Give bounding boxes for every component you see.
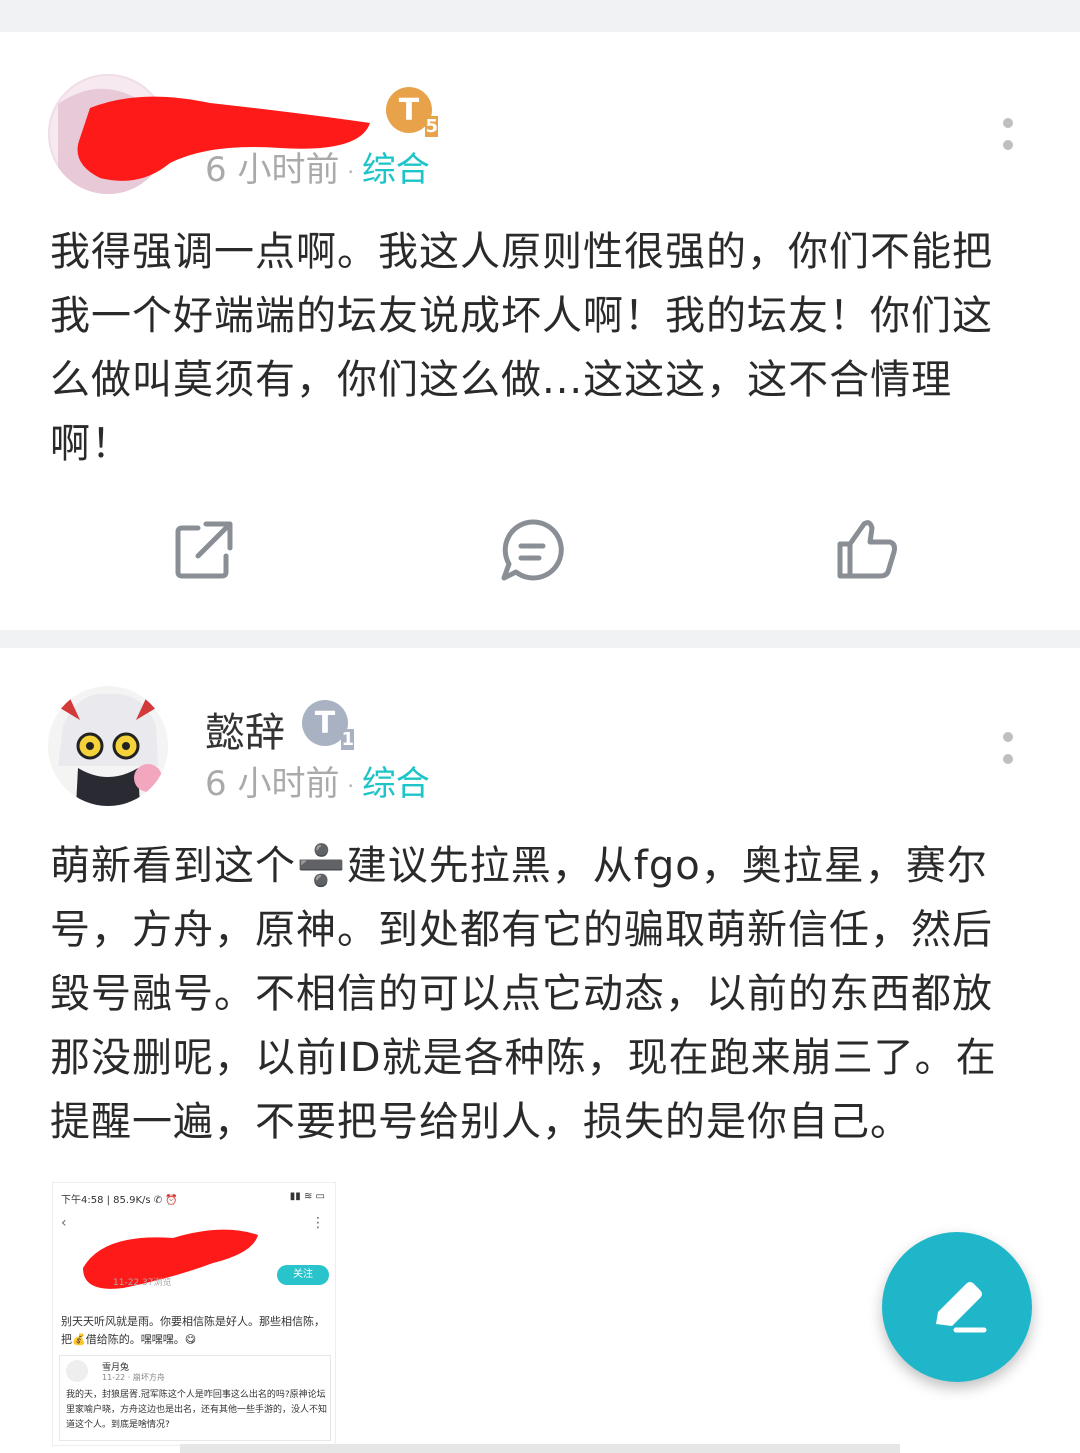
embedded-text: 别天天听风就是雨。你要相信陈是好人。那些相信陈，把💰借给陈的。嘿嘿嘿。😋 [61,1315,325,1346]
embedded-quote: 雪月兔 11-22 · 崩坏方舟 我的天，封狼居胥.冠军陈这个人是咋回事这么出名… [59,1355,331,1441]
level-badge: T 5 [386,87,438,137]
embedded-quote-text: 我的天，封狼居胥.冠军陈这个人是咋回事这么出名的吗?原神论坛里家喻户晓，方舟这边… [66,1390,328,1430]
more-options-icon[interactable] [1000,732,1016,780]
avatar[interactable] [48,686,168,806]
post-card[interactable]: T 5 6 小时前 · 综合 我得强调一点啊。我这人原则性很强的，你们不能把我一个好… [0,32,1080,630]
bottom-indicator [180,1444,900,1453]
level-number: 1 [341,729,354,750]
embedded-more-icon: ⋮ [311,1215,325,1231]
embedded-status-icons: ▮▮ ≋ ▭ [289,1191,325,1202]
level-letter: T [398,92,420,128]
post-category[interactable]: 综合 [362,150,430,190]
attached-image[interactable]: 下午4:58 | 85.9K/s ✆ ⏰ ▮▮ ≋ ▭ ‹ ⋮ 11-22 37… [52,1182,336,1446]
post-separator [0,630,1080,648]
post-category[interactable]: 综合 [362,764,430,804]
post-time: 6 小时前 [205,150,340,190]
meta-dot: · [347,159,354,184]
level-number: 5 [425,116,438,137]
post-content[interactable]: 萌新看到这个➗建议先拉黑，从fgo，奥拉星，赛尔号，方舟，原神。到处都有它的骗取… [50,834,1030,1154]
level-badge: T 1 [302,700,354,750]
post-content[interactable]: 我得强调一点啊。我这人原则性很强的，你们不能把我一个好端端的坛友说成坏人啊！我的… [50,220,1030,476]
level-letter: T [314,705,336,741]
thumbs-up-icon[interactable] [830,514,902,586]
post-meta: 6 小时前 · 综合 [205,756,430,805]
embedded-quote-meta: 11-22 · 崩坏方舟 [102,1373,165,1382]
top-separator [0,0,1080,32]
embedded-follow-button: 关注 [277,1265,329,1285]
meta-dot: · [347,773,354,798]
comment-icon[interactable] [496,514,568,586]
embedded-quote-avatar [66,1360,88,1382]
share-icon[interactable] [168,514,240,586]
more-options-icon[interactable] [1000,118,1016,166]
compose-pen-icon [936,1282,987,1333]
author-name[interactable]: 懿辞 [205,700,285,758]
post-meta: 6 小时前 · 综合 [205,142,430,191]
compose-button[interactable] [882,1232,1032,1382]
post-time: 6 小时前 [205,764,340,804]
embedded-status-bar: 下午4:58 | 85.9K/s ✆ ⏰ [61,1195,178,1206]
embedded-meta: 11-22 37浏览 [113,1278,172,1288]
